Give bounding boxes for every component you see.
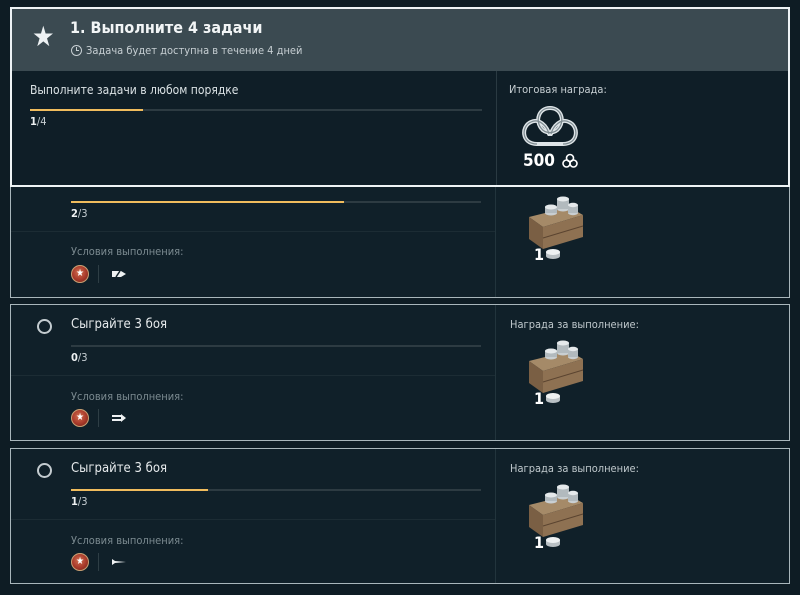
divider [11, 519, 495, 520]
progress-track [71, 201, 481, 203]
column-divider [496, 71, 497, 185]
progress-track [30, 109, 482, 111]
instruction-text: Выполните задачи в любом порядке [30, 83, 239, 97]
task-progress: 1/3 [71, 495, 88, 508]
task-card-1: 2/3 Условия выполнения: ★ 1 [10, 185, 790, 298]
column-divider [495, 185, 496, 297]
task-title: Сыграйте 3 боя [71, 317, 168, 332]
reward-label: Награда за выполнение: [510, 318, 639, 331]
divider [98, 553, 99, 571]
nation-medal-icon: ★ [71, 553, 89, 571]
conditions-label: Условия выполнения: [71, 390, 184, 403]
task-progress: 0/3 [71, 351, 88, 364]
coin-stack-icon [546, 249, 560, 259]
final-reward-label: Итоговая награда: [509, 83, 607, 96]
reward-count: 1 [534, 389, 545, 408]
cruiser-icon [112, 414, 126, 422]
conditions-label: Условия выполнения: [71, 245, 184, 258]
task-group-header[interactable]: ★ 1. Выполните 4 задачи Задача будет дос… [10, 7, 790, 187]
destroyer-icon [112, 270, 126, 278]
reward-label: Награда за выполнение: [510, 462, 639, 475]
progress-track [71, 345, 481, 347]
progress-fill [71, 489, 208, 491]
clock-icon [71, 45, 82, 56]
nation-medal-icon: ★ [71, 265, 89, 283]
conditions-label: Условия выполнения: [71, 534, 184, 547]
reward-count: 1 [534, 533, 545, 552]
task-card-3[interactable]: Сыграйте 3 боя 1/3 Условия выполнения: ★… [10, 448, 790, 584]
coin-stack-icon [546, 393, 560, 403]
nation-medal-icon: ★ [71, 409, 89, 427]
coin-stack-icon [546, 537, 560, 547]
final-reward-amount: 500 [523, 151, 555, 171]
task-card-2[interactable]: Сыграйте 3 боя 0/3 Условия выполнения: ★… [10, 304, 790, 441]
divider [11, 375, 495, 376]
availability-text: Задача будет доступна в течение 4 дней [86, 44, 303, 57]
progress-track [71, 489, 481, 491]
divider [98, 409, 99, 427]
battleship-icon [112, 559, 126, 565]
progress-fill [71, 201, 345, 203]
task-status-circle-icon [37, 463, 52, 478]
group-progress: 1/4 [30, 115, 47, 128]
reward-count: 1 [534, 245, 545, 264]
star-icon: ★ [32, 20, 55, 53]
task-progress: 2/3 [71, 207, 88, 220]
task-group-title: 1. Выполните 4 задачи [70, 18, 263, 37]
column-divider [495, 449, 496, 583]
steel-clover-icon [562, 153, 578, 168]
progress-fill [30, 109, 143, 111]
task-status-circle-icon [37, 319, 52, 334]
divider [11, 231, 495, 232]
task-title: Сыграйте 3 боя [71, 461, 168, 476]
column-divider [495, 305, 496, 440]
steel-knot-icon [522, 106, 578, 146]
divider [98, 265, 99, 283]
